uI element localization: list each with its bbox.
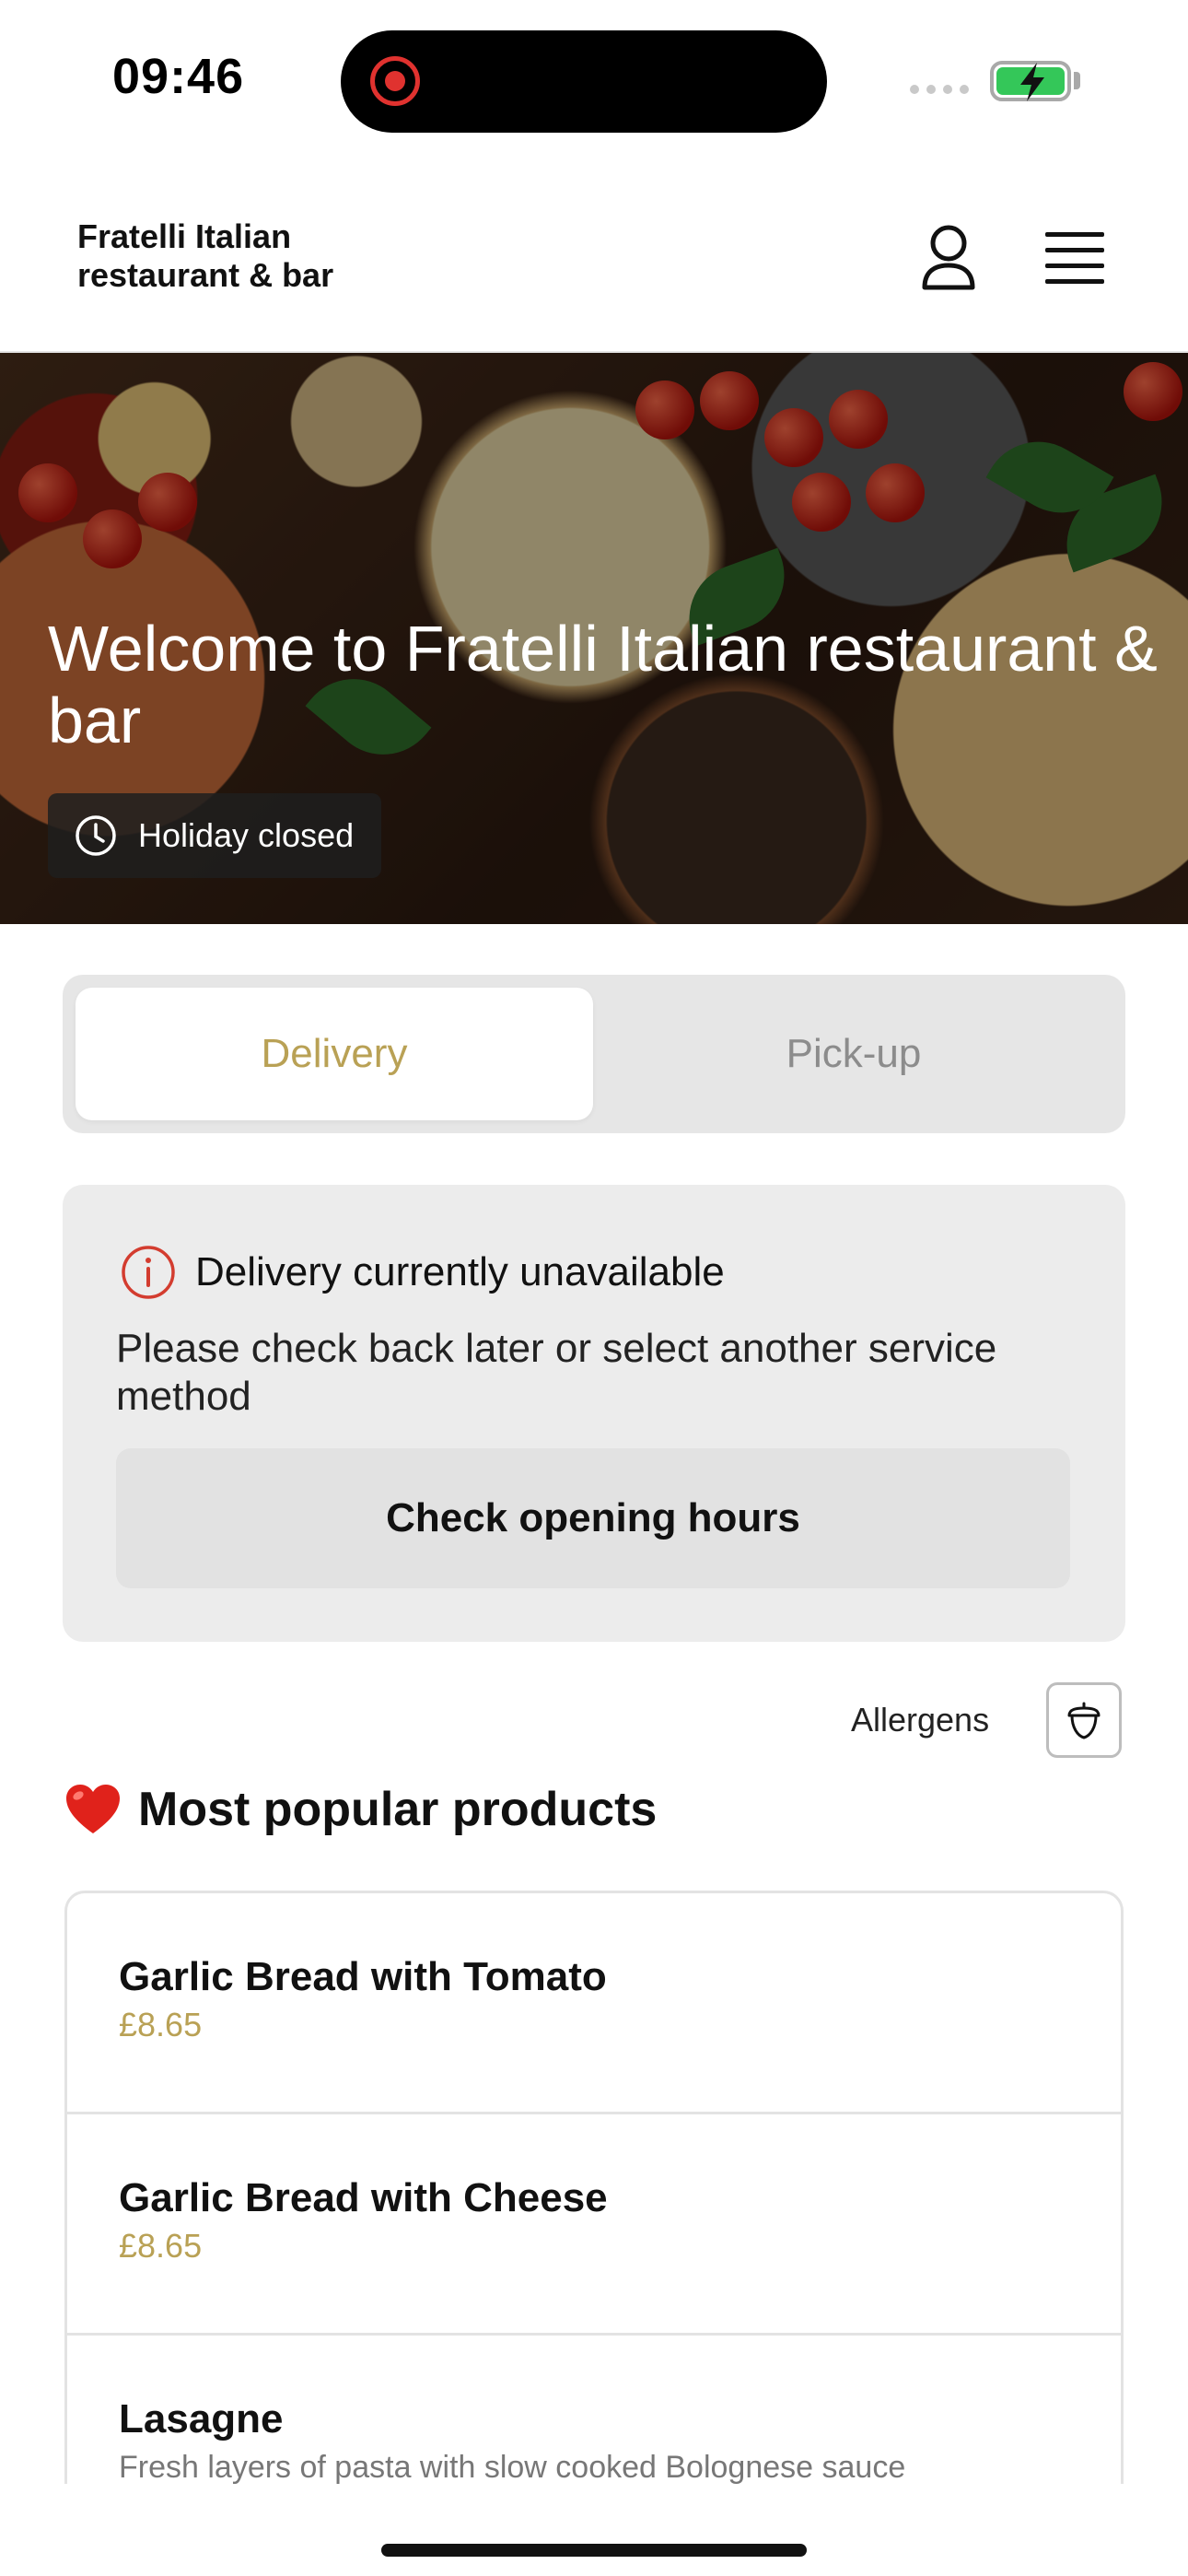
- product-list: Garlic Bread with Tomato £8.65 Garlic Br…: [64, 1891, 1124, 2484]
- app-header: Fratelli Italian restaurant & bar: [0, 184, 1188, 353]
- hours-status-text: Holiday closed: [138, 816, 355, 854]
- battery-cap: [1074, 72, 1080, 89]
- cellular-signal-icon: [910, 85, 969, 94]
- product-name: Lasagne: [119, 2396, 284, 2441]
- hero-banner: Welcome to Fratelli Italian restaurant &…: [0, 353, 1188, 924]
- welcome-title: Welcome to Fratelli Italian restaurant &…: [48, 613, 1158, 756]
- most-popular-heading: Most popular products: [64, 1782, 657, 1837]
- battery-charging-icon: [990, 61, 1071, 101]
- product-name: Garlic Bread with Tomato: [119, 1954, 607, 1999]
- product-item[interactable]: Garlic Bread with Cheese £8.65: [67, 2114, 1121, 2336]
- notice-title: Delivery currently unavailable: [195, 1249, 725, 1294]
- hamburger-menu-icon[interactable]: [1039, 227, 1111, 291]
- tab-pickup[interactable]: Pick-up: [595, 988, 1112, 1120]
- product-description: Fresh layers of pasta with slow cooked B…: [119, 2450, 906, 2484]
- delivery-unavailable-notice: Delivery currently unavailable Please ch…: [63, 1185, 1125, 1642]
- check-opening-hours-button[interactable]: Check opening hours: [116, 1448, 1070, 1588]
- product-item[interactable]: Garlic Bread with Tomato £8.65: [67, 1893, 1121, 2114]
- notice-header: Delivery currently unavailable: [120, 1244, 725, 1301]
- restaurant-name[interactable]: Fratelli Italian restaurant & bar: [77, 217, 390, 295]
- status-time: 09:46: [112, 49, 245, 104]
- notice-message: Please check back later or select anothe…: [116, 1326, 997, 1419]
- product-price: £8.65: [119, 2006, 203, 2043]
- home-indicator[interactable]: [381, 2544, 807, 2557]
- product-item[interactable]: Lasagne Fresh layers of pasta with slow …: [67, 2336, 1121, 2484]
- product-name: Garlic Bread with Cheese: [119, 2175, 608, 2220]
- most-popular-title: Most popular products: [138, 1783, 658, 1836]
- allergens-button[interactable]: [1046, 1682, 1122, 1758]
- heart-icon: [66, 1785, 120, 1833]
- status-bar: 09:46: [0, 0, 1188, 157]
- account-button[interactable]: [912, 221, 985, 295]
- info-icon: [122, 1246, 175, 1299]
- screen-recording-icon[interactable]: [370, 56, 420, 106]
- product-price: £8.65: [119, 2227, 203, 2265]
- hours-status-badge[interactable]: Holiday closed: [48, 793, 382, 878]
- user-icon: [922, 225, 975, 290]
- clock-icon: [76, 815, 116, 856]
- acorn-icon: [1067, 1702, 1101, 1739]
- dynamic-island: [341, 30, 827, 133]
- tab-delivery[interactable]: Delivery: [76, 988, 593, 1120]
- allergens-label[interactable]: Allergens: [851, 1701, 989, 1739]
- service-method-toggle: Delivery Pick-up: [63, 975, 1125, 1133]
